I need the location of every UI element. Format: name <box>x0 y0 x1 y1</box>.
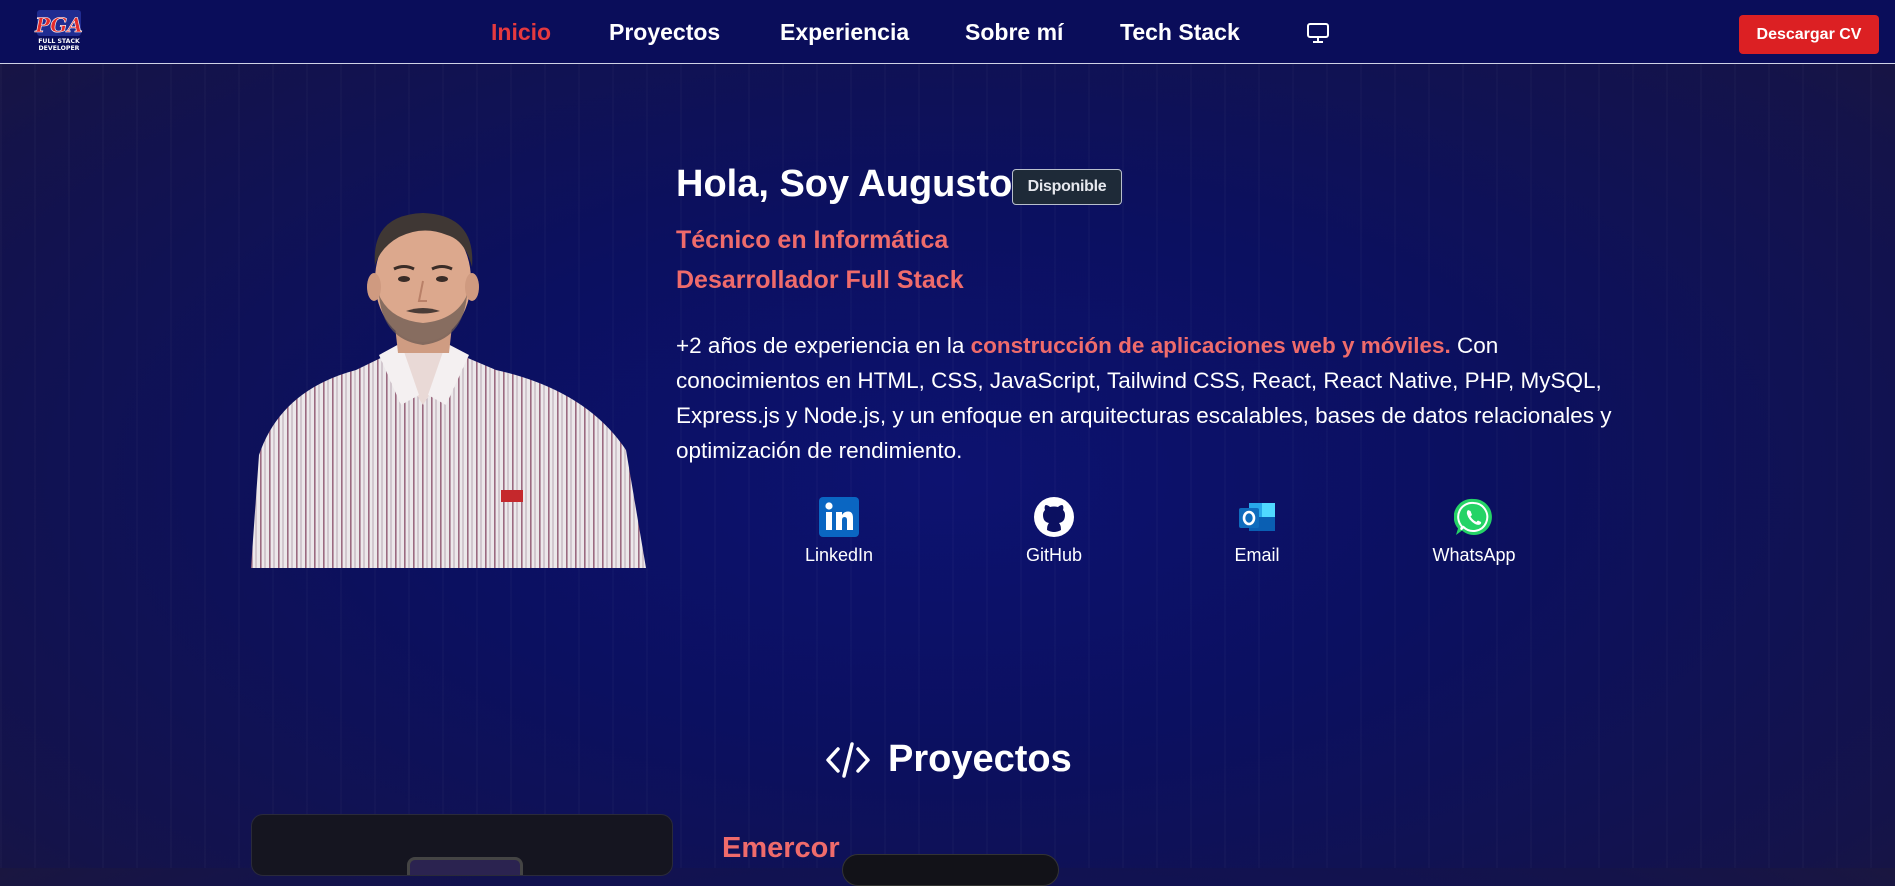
github-label: GitHub <box>1025 545 1083 565</box>
hero-greeting: Hola, Soy Augusto <box>676 163 1013 205</box>
projects-title: Proyectos <box>888 738 1072 780</box>
hero-bio: +2 años de experiencia en la construcció… <box>676 328 1626 468</box>
top-navbar: PGA FULL STACK DEVELOPER Inicio Proyecto… <box>0 0 1895 64</box>
code-icon <box>826 742 870 778</box>
nav-experiencia[interactable]: Experiencia <box>780 19 909 46</box>
bio-start: +2 años de experiencia en la <box>676 333 971 358</box>
social-linkedin[interactable]: LinkedIn <box>779 497 899 566</box>
linkedin-label: LinkedIn <box>804 545 874 565</box>
download-cv-button[interactable]: Descargar CV <box>1739 15 1879 54</box>
nav-links: Inicio Proyectos Experiencia Sobre mí Te… <box>0 0 1895 63</box>
hero-role-technician: Técnico en Informática <box>676 226 949 254</box>
availability-badge: Disponible <box>1012 169 1122 205</box>
nav-tech-stack[interactable]: Tech Stack <box>1120 19 1240 46</box>
nav-inicio[interactable]: Inicio <box>491 19 551 46</box>
github-icon <box>1034 497 1074 537</box>
linkedin-icon <box>819 497 859 537</box>
bio-highlight: construcción de aplicaciones web y móvil… <box>970 333 1451 358</box>
social-whatsapp[interactable]: WhatsApp <box>1414 497 1534 566</box>
project-device-preview <box>407 857 523 875</box>
project-name: Emercor <box>722 832 840 864</box>
whatsapp-icon <box>1454 498 1492 535</box>
monitor-icon[interactable] <box>1306 22 1330 44</box>
whatsapp-label: WhatsApp <box>1432 545 1516 565</box>
social-github[interactable]: GitHub <box>994 497 1114 566</box>
profile-photo <box>251 213 646 568</box>
social-email[interactable]: Email <box>1197 497 1317 566</box>
project-image-card[interactable] <box>251 814 673 876</box>
hero-role-developer: Desarrollador Full Stack <box>676 266 964 294</box>
email-label: Email <box>1234 545 1280 565</box>
project-tech-preview <box>842 854 1059 886</box>
nav-proyectos[interactable]: Proyectos <box>609 19 720 46</box>
outlook-icon <box>1239 503 1275 531</box>
nav-sobre-mi[interactable]: Sobre mí <box>965 19 1063 46</box>
